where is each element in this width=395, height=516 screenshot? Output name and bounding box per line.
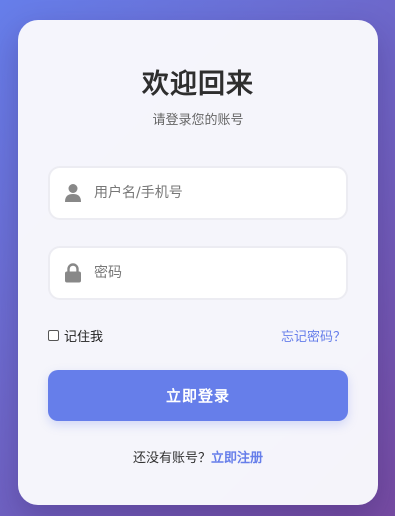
username-field[interactable]	[48, 166, 348, 220]
password-field[interactable]	[48, 246, 348, 300]
login-card: 欢迎回来 请登录您的账号 记住我 忘记密码？ 立即登录 还没有账号？立即注册	[18, 20, 378, 505]
login-page: { "header": { "title": "欢迎回来", "subtitle…	[0, 0, 395, 516]
username-input[interactable]	[94, 168, 334, 218]
page-title: 欢迎回来	[142, 69, 254, 100]
register-prompt-line: 还没有账号？立即注册	[18, 447, 378, 466]
lock-icon	[64, 263, 82, 283]
remember-label: 记住我	[64, 330, 104, 345]
page-subtitle: 请登录您的账号	[152, 113, 244, 128]
forgot-password-link[interactable]: 忘记密码？	[281, 326, 346, 345]
register-link[interactable]: 立即注册	[211, 451, 263, 466]
login-button[interactable]: 立即登录	[48, 370, 348, 421]
password-input[interactable]	[94, 248, 334, 298]
remember-checkbox[interactable]	[48, 330, 59, 341]
register-prompt: 还没有账号？	[132, 451, 211, 466]
user-icon	[64, 183, 82, 203]
remember-me[interactable]: 记住我	[48, 326, 103, 345]
